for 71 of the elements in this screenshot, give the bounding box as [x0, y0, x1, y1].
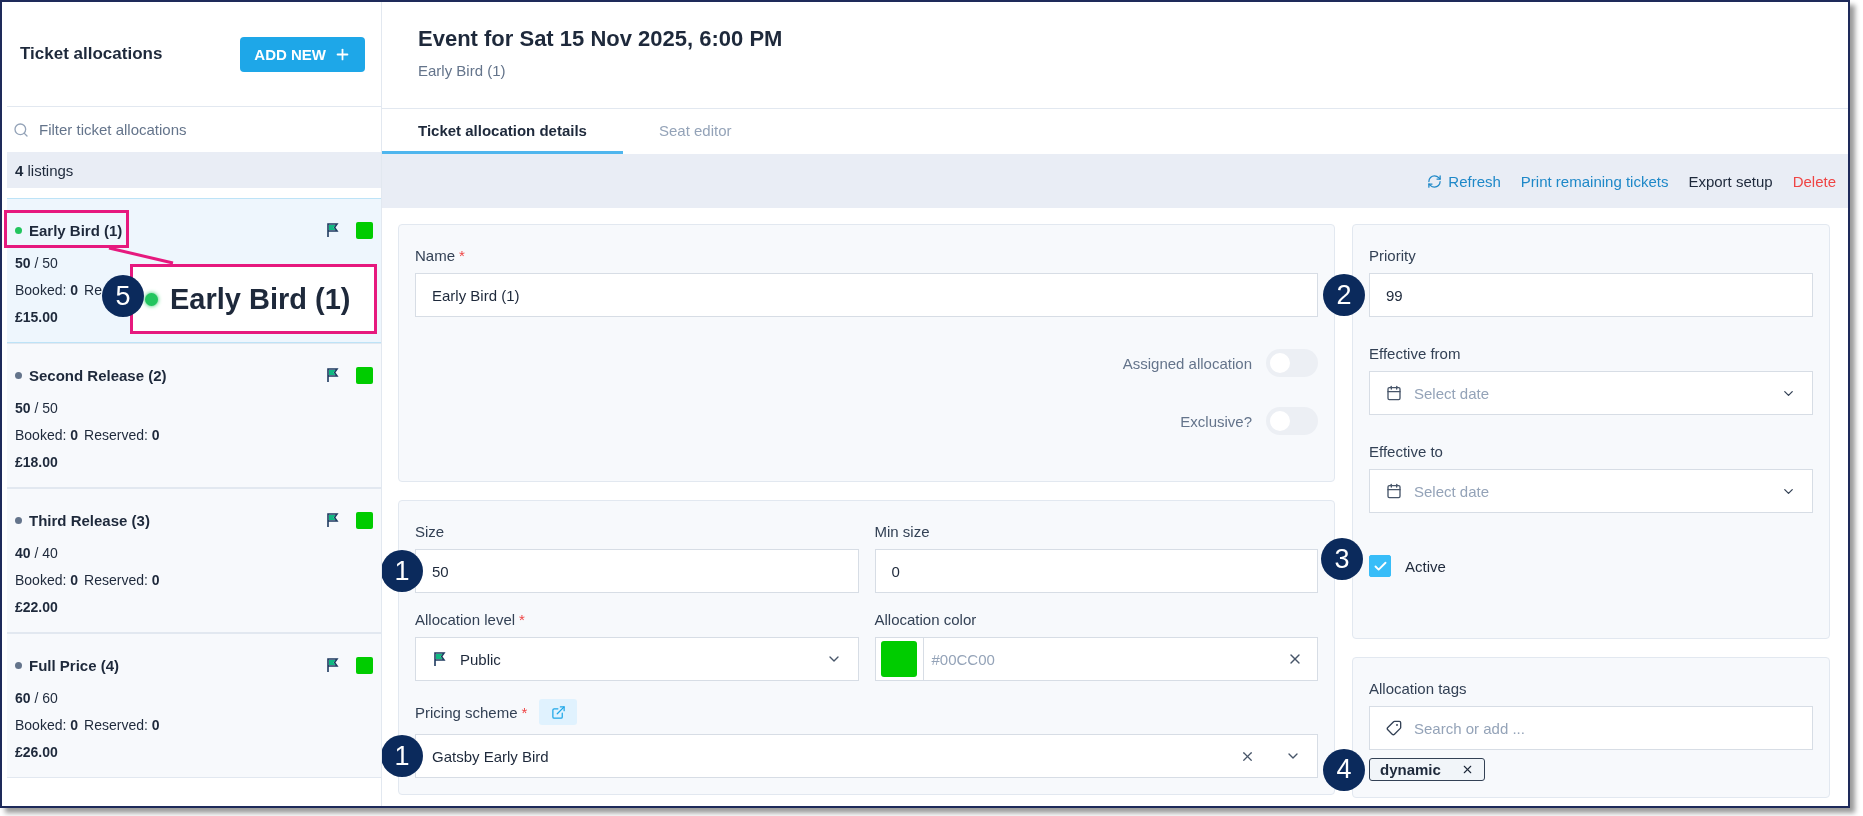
allocation-list-item[interactable]: Second Release (2) 50 / 50 Booked: 0 Reserved: 0 £18.00 — [7, 343, 381, 488]
field-label: Effective to — [1369, 443, 1444, 460]
field-label: Allocation level — [415, 611, 516, 628]
allocation-name: Early Bird (1) — [29, 221, 124, 239]
booked-count: Booked: 0 — [15, 717, 79, 734]
allocation-level-select[interactable]: Public — [415, 637, 859, 681]
active-checkbox[interactable] — [1369, 555, 1391, 577]
allocation-price: £22.00 — [15, 599, 58, 616]
tag-chip: dynamic — [1369, 758, 1485, 781]
field-label: Priority — [1369, 247, 1417, 264]
booked-count: Booked: 0 — [15, 572, 79, 589]
callout-number-badge: 4 — [1323, 748, 1365, 791]
listings-count: 4 listings — [7, 152, 381, 188]
allocation-name: Third Release (3) — [29, 511, 151, 529]
allocation-capacity: 60 / 60 — [15, 690, 58, 707]
allocation-price: £26.00 — [15, 744, 58, 761]
name-field[interactable]: Early Bird (1) — [415, 273, 1318, 317]
calendar-icon — [1386, 385, 1402, 401]
allocation-price: £15.00 — [15, 309, 58, 326]
required-asterisk: * — [519, 611, 525, 628]
event-subtitle: Early Bird (1) — [418, 62, 507, 79]
callout-number-badge: 2 — [1323, 274, 1365, 316]
size-field[interactable]: 50 — [415, 549, 859, 593]
reserved-count: Reserved: 0 — [84, 427, 160, 444]
tag-icon — [1386, 720, 1402, 736]
booked-count: Booked: 0 — [15, 427, 79, 444]
flag-icon — [325, 222, 341, 238]
required-asterisk: * — [459, 247, 465, 264]
reserved-count: Reserved: 0 — [84, 717, 160, 734]
toolbar-link[interactable]: Export setup — [1688, 172, 1773, 190]
field-label: Size — [415, 523, 446, 540]
field-label: Min size — [874, 523, 931, 540]
event-title: Event for Sat 15 Nov 2025, 6:00 PM — [418, 26, 784, 52]
search-icon — [13, 121, 29, 138]
allocation-capacity: 50 / 50 — [15, 400, 58, 417]
priority-field[interactable]: 99 — [1369, 273, 1813, 317]
open-link-button[interactable] — [539, 699, 578, 725]
flag-icon — [325, 657, 341, 673]
min-size-field[interactable]: 0 — [874, 549, 1318, 593]
allocation-list-item[interactable]: Third Release (3) 40 / 40 Booked: 0 Reserved: 0 £22.00 — [7, 488, 381, 633]
sidebar-title: Ticket allocations — [20, 44, 163, 64]
allocation-name: Second Release (2) — [29, 366, 168, 384]
callout-number-badge: 1 — [382, 735, 423, 777]
callout-number-badge: 3 — [1321, 538, 1363, 580]
refresh-icon — [1427, 173, 1443, 189]
reserved-count: Reserved: 0 — [84, 572, 160, 589]
field-label: Allocation color — [874, 611, 978, 628]
reserved-count: Re — [84, 282, 102, 299]
allocation-capacity: 40 / 40 — [15, 545, 58, 562]
field-label: Pricing scheme — [415, 703, 518, 721]
required-asterisk: * — [521, 703, 528, 721]
toggle-label: Assigned allocation — [1122, 354, 1252, 372]
field-label: Name — [415, 247, 455, 264]
field-label: Effective from — [1369, 345, 1462, 362]
allocation-list-item[interactable]: Full Price (4) 60 / 60 Booked: 0 Reserved: 0 £26.00 — [7, 633, 381, 778]
toggle-label: Exclusive? — [1180, 412, 1252, 430]
callout-number-badge: 1 — [382, 550, 423, 592]
allocation-capacity: 50 / 50 — [15, 255, 58, 272]
flag-icon — [325, 512, 341, 528]
checkbox-label: Active — [1405, 557, 1446, 575]
field-label: Allocation tags — [1369, 680, 1468, 697]
external-link-icon — [550, 704, 566, 720]
calendar-icon — [1386, 483, 1402, 499]
flag-icon — [432, 651, 448, 667]
callout-text: Early Bird (1) — [170, 282, 351, 316]
booked-count: Booked: 0 — [15, 282, 79, 299]
pricing-scheme-select[interactable]: Gatsby Early Bird — [415, 734, 1318, 778]
allocation-price: £18.00 — [15, 454, 58, 471]
filter-field[interactable]: Filter ticket allocations — [37, 120, 375, 139]
allocation-name: Full Price (4) — [29, 656, 121, 674]
flag-icon — [325, 367, 341, 383]
